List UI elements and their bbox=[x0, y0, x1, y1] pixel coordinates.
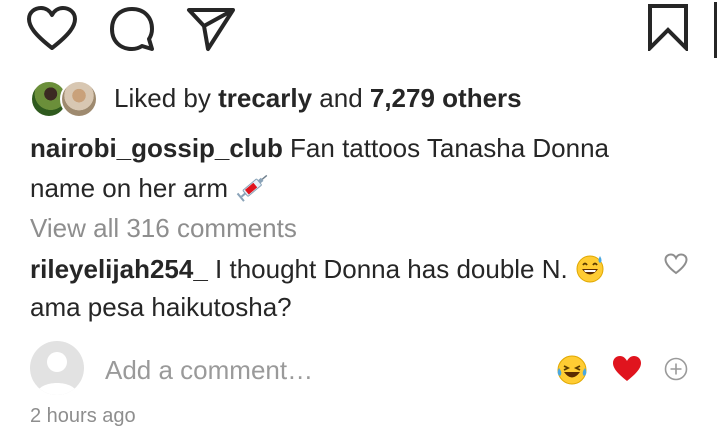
comment-text: I thought Donna has double N. bbox=[207, 254, 568, 284]
liker-avatars bbox=[30, 80, 102, 118]
syringe-emoji bbox=[236, 174, 268, 202]
liker-username[interactable]: trecarly bbox=[218, 83, 312, 113]
comment-username[interactable]: rileyelijah254_ bbox=[30, 254, 208, 284]
likes-row[interactable]: Liked by trecarly and 7,279 others bbox=[30, 76, 522, 120]
avatar bbox=[60, 80, 98, 118]
add-comment-input[interactable]: Add a comment… bbox=[105, 352, 313, 388]
view-all-comments-link[interactable]: View all 316 comments bbox=[30, 208, 297, 248]
comment-item: rileyelijah254_ I thought Donna has doub… bbox=[30, 250, 640, 326]
laughing-tears-emoji[interactable] bbox=[556, 354, 588, 386]
grinning-sweat-emoji bbox=[576, 255, 604, 283]
caption-username[interactable]: nairobi_gossip_club bbox=[30, 133, 283, 163]
speech-bubble-icon[interactable] bbox=[108, 5, 156, 53]
likes-summary: Liked by trecarly and 7,279 others bbox=[114, 83, 522, 114]
likes-middle: and bbox=[312, 82, 370, 113]
bookmark-icon[interactable] bbox=[646, 3, 690, 51]
avatar bbox=[30, 341, 84, 395]
scroll-edge bbox=[714, 2, 720, 58]
likes-count[interactable]: 7,279 others bbox=[370, 83, 522, 113]
paper-plane-icon[interactable] bbox=[186, 6, 236, 52]
red-heart-emoji[interactable] bbox=[612, 355, 642, 383]
post-caption: nairobi_gossip_club Fan tattoos Tanasha … bbox=[30, 128, 670, 208]
post-timestamp: 2 hours ago bbox=[30, 405, 136, 427]
comment-text-continued: ama pesa haikutosha? bbox=[30, 292, 292, 322]
plus-circle-icon[interactable] bbox=[664, 357, 688, 381]
comment-like-icon[interactable] bbox=[664, 253, 688, 275]
likes-prefix: Liked by bbox=[114, 82, 219, 113]
heart-outline-icon[interactable] bbox=[26, 6, 78, 52]
default-avatar-icon bbox=[36, 352, 78, 395]
